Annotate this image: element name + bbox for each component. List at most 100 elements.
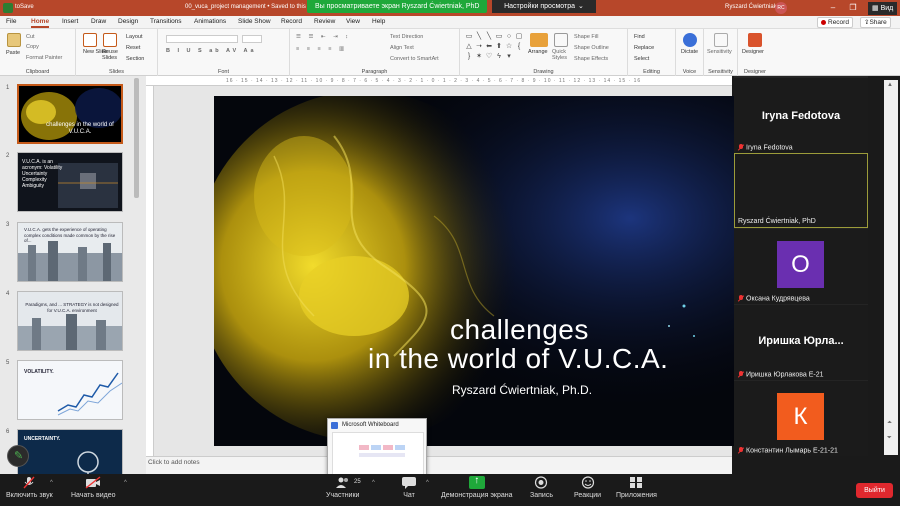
apps-button[interactable]: Приложения bbox=[616, 476, 657, 499]
chat-chevron-icon[interactable]: ^ bbox=[426, 480, 429, 486]
convert-smartart-button[interactable]: Convert to SmartArt bbox=[390, 56, 439, 62]
tab-review[interactable]: Review bbox=[314, 18, 335, 25]
notes-pane[interactable]: Click to add notes bbox=[146, 456, 732, 474]
shape-effects-button[interactable]: Shape Effects bbox=[574, 56, 608, 62]
align-text-button[interactable]: Align Text bbox=[390, 45, 414, 51]
tab-view[interactable]: View bbox=[346, 18, 360, 25]
slide-thumbnail-4[interactable]: Paradigms, and ... STRATEGY is not desig… bbox=[17, 291, 123, 351]
slide-title-line1[interactable]: challenges bbox=[450, 314, 589, 346]
tab-file[interactable]: File bbox=[6, 18, 16, 25]
shape-star-icon[interactable]: ✶ bbox=[474, 52, 484, 62]
shape-star-icon[interactable]: ☆ bbox=[504, 42, 514, 52]
chat-button[interactable]: Чат bbox=[401, 476, 417, 499]
tab-animations[interactable]: Animations bbox=[194, 18, 226, 25]
participant-tile[interactable]: Iryna Fedotova Iryna Fedotova bbox=[734, 78, 868, 153]
arrange-label[interactable]: Arrange bbox=[528, 49, 548, 55]
copy-button[interactable]: Copy bbox=[26, 44, 39, 50]
prev-slide-icon[interactable]: ⏶ bbox=[887, 420, 892, 427]
autosave-toggle-icon[interactable] bbox=[3, 3, 13, 13]
shape-arrow-icon[interactable]: ➝ bbox=[474, 42, 484, 52]
audio-options-chevron-icon[interactable]: ^ bbox=[50, 480, 53, 486]
shape-brace-icon[interactable]: } bbox=[464, 52, 474, 62]
shape-more-icon[interactable]: ▾ bbox=[504, 52, 514, 62]
shape-line-icon[interactable]: ╲ bbox=[474, 32, 484, 42]
participant-tile-active-speaker[interactable]: Ryszard Ćwiertniak, PhD bbox=[734, 153, 868, 228]
cut-button[interactable]: Cut bbox=[26, 34, 35, 40]
dictate-label[interactable]: Dictate bbox=[681, 49, 698, 55]
sensitivity-icon[interactable] bbox=[714, 33, 728, 47]
replace-button[interactable]: Replace bbox=[634, 45, 654, 51]
video-options-chevron-icon[interactable]: ^ bbox=[124, 480, 127, 486]
tab-record[interactable]: Record bbox=[281, 18, 302, 25]
format-painter-button[interactable]: Format Painter bbox=[26, 55, 62, 61]
tab-design[interactable]: Design bbox=[118, 18, 138, 25]
tab-insert[interactable]: Insert bbox=[62, 18, 78, 25]
annotate-pen-button[interactable]: ✎ bbox=[7, 445, 29, 467]
start-video-button[interactable]: Начать видео bbox=[71, 476, 115, 499]
select-button[interactable]: Select bbox=[634, 56, 649, 62]
shape-rounded-icon[interactable]: ▢ bbox=[514, 32, 524, 42]
zoom-view-button[interactable]: ▦ Вид bbox=[868, 2, 898, 15]
thumbnail-scrollbar[interactable] bbox=[134, 78, 139, 198]
designer-button[interactable]: Designer bbox=[742, 49, 764, 55]
slide-thumbnail-5[interactable]: VOLATILITY. bbox=[17, 360, 123, 420]
new-slide-icon[interactable] bbox=[83, 33, 97, 47]
shape-rect-icon[interactable]: ▭ bbox=[494, 32, 504, 42]
designer-icon[interactable] bbox=[748, 33, 762, 47]
list-icons[interactable]: ☰ ☰ ⇤ ⇥ ↕ bbox=[296, 34, 351, 40]
shape-arrow-icon[interactable]: ⬅ bbox=[484, 42, 494, 52]
shape-triangle-icon[interactable]: △ bbox=[464, 42, 474, 52]
scroll-up-icon[interactable]: ▲ bbox=[887, 82, 893, 88]
slide-thumbnail-1[interactable]: challenges in the world of V.U.C.A. bbox=[17, 84, 123, 144]
user-avatar[interactable]: RC bbox=[775, 2, 787, 14]
quick-styles-label[interactable]: Quick Styles bbox=[552, 49, 572, 61]
current-slide[interactable]: challenges in the world of V.U.C.A. Rysz… bbox=[214, 96, 734, 446]
shape-heart-icon[interactable]: ♡ bbox=[484, 52, 494, 62]
slide-vertical-scrollbar[interactable]: ▲ ⏶ ⏷ bbox=[884, 80, 898, 455]
participants-chevron-icon[interactable]: ^ bbox=[372, 480, 375, 486]
tab-slide-show[interactable]: Slide Show bbox=[238, 18, 271, 25]
participant-tile[interactable]: Иришка Юрла... Иришка Юрлакова Е-21 bbox=[734, 305, 868, 380]
shape-outline-button[interactable]: Shape Outline bbox=[574, 45, 609, 51]
share-screen-button[interactable]: Демонстрация экрана bbox=[441, 475, 513, 499]
record-button[interactable]: Record bbox=[817, 17, 853, 28]
text-direction-button[interactable]: Text Direction bbox=[390, 34, 423, 40]
document-name[interactable]: 00_vuca_project management • Saved to th… bbox=[185, 4, 312, 10]
font-name-input[interactable] bbox=[166, 35, 238, 43]
find-button[interactable]: Find bbox=[634, 34, 645, 40]
participant-tile[interactable]: К Константин Лымарь Е-21-21 bbox=[734, 381, 868, 456]
restore-icon[interactable]: ❐ bbox=[846, 2, 860, 14]
reset-button[interactable]: Reset bbox=[126, 45, 140, 51]
leave-meeting-button[interactable]: Выйти bbox=[856, 483, 893, 498]
sensitivity-button[interactable]: Sensitivity bbox=[707, 49, 732, 55]
unmute-button[interactable]: Включить звук bbox=[6, 476, 53, 499]
next-slide-icon[interactable]: ⏷ bbox=[887, 435, 892, 442]
user-name[interactable]: Ryszard Ćwiertniak bbox=[725, 4, 777, 10]
shape-rect-icon[interactable]: ▭ bbox=[464, 32, 474, 42]
shape-bolt-icon[interactable]: ϟ bbox=[494, 52, 504, 62]
section-button[interactable]: Section bbox=[126, 56, 144, 62]
share-button[interactable]: ⇪Share bbox=[860, 17, 891, 28]
reuse-slides-label[interactable]: Reuse Slides bbox=[102, 49, 124, 61]
minimize-icon[interactable]: – bbox=[826, 2, 840, 14]
slide-thumbnail-6[interactable]: UNCERTAINTY. bbox=[17, 429, 123, 474]
quick-styles-icon[interactable] bbox=[554, 33, 568, 47]
shape-fill-button[interactable]: Shape Fill bbox=[574, 34, 598, 40]
shape-arrow-icon[interactable]: ⬆ bbox=[494, 42, 504, 52]
shapes-gallery[interactable]: ▭ ╲ ╲ ▭ ○ ▢ △ ➝ ⬅ ⬆ ☆{ } ✶ ♡ ϟ ▾ bbox=[464, 32, 524, 62]
record-meeting-button[interactable]: Запись bbox=[530, 476, 553, 499]
microphone-icon[interactable] bbox=[683, 33, 697, 47]
tab-home[interactable]: Home bbox=[31, 18, 50, 28]
font-size-input[interactable] bbox=[242, 35, 262, 43]
view-options-button[interactable]: Настройки просмотра ⌄ bbox=[492, 0, 596, 13]
slide-title-line2[interactable]: in the world of V.U.C.A. bbox=[368, 343, 668, 375]
shape-brace-icon[interactable]: { bbox=[514, 42, 524, 52]
tab-transitions[interactable]: Transitions bbox=[150, 18, 182, 25]
arrange-icon[interactable] bbox=[530, 33, 548, 47]
shape-oval-icon[interactable]: ○ bbox=[504, 32, 514, 42]
participant-tile[interactable]: О Оксана Кудрявцева bbox=[734, 229, 868, 304]
font-format-icons[interactable]: B I U S ab AV Aa bbox=[166, 48, 257, 54]
paste-icon[interactable] bbox=[7, 33, 21, 47]
tab-help[interactable]: Help bbox=[372, 18, 385, 25]
reactions-button[interactable]: Реакции bbox=[574, 476, 601, 499]
